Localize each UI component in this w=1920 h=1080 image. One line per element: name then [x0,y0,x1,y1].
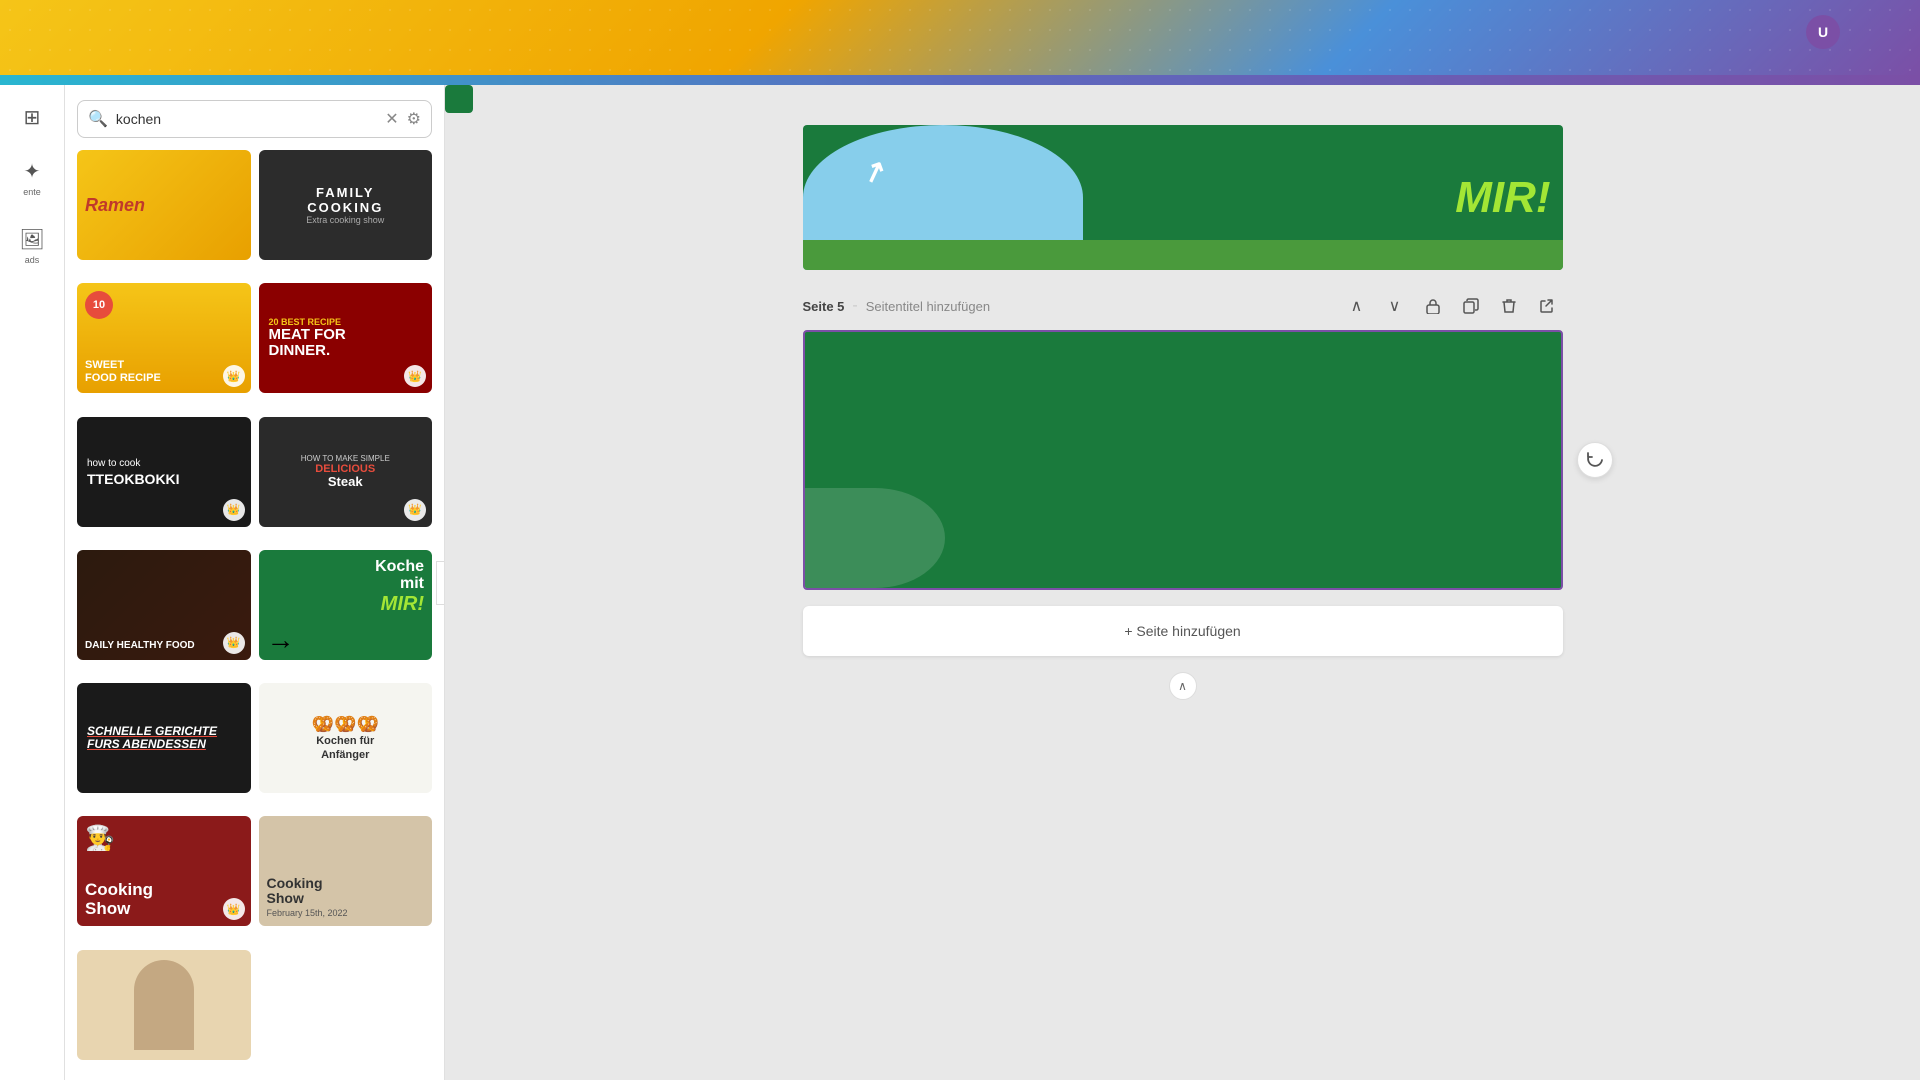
slide-wave-decoration [805,488,945,588]
prev-slide-text-area: MIR! [1107,125,1563,270]
page-delete-button[interactable] [1493,290,1525,322]
refresh-button[interactable] [1577,442,1613,478]
search-icon: 🔍 [88,109,108,129]
sidebar-item-grid[interactable]: ⊞ [20,105,44,129]
search-input[interactable] [116,111,377,127]
clear-search-icon[interactable]: ✕ [385,109,398,129]
green-accent-square [445,85,473,113]
template-card-steak[interactable]: HOW TO MAKE SIMPLE DELICIOUS Steak 👑 [259,417,433,527]
top-bar-pattern [0,0,1920,75]
add-page-button[interactable]: + Seite hinzufügen [803,606,1563,656]
template-card-cooking-show-1[interactable]: 👨‍🍳 CookingShow 👑 [77,816,251,926]
template-card-anfaenger[interactable]: 🥨🥨🥨 Kochen fürAnfänger [259,683,433,793]
sidebar-item-photos[interactable]: 🖼 ads [20,227,44,265]
user-avatar[interactable]: U [1806,15,1840,49]
search-panel: 🔍 ✕ ⚙ Ramen FAMILY COOKING Extra cooking… [65,85,445,1080]
duplicate-icon [1463,298,1479,314]
page-label: Seite 5 [803,299,845,314]
template-card-cooking-show-2[interactable]: CookingShow February 15th, 2022 [259,816,433,926]
elements-icon: ✦ [20,159,44,183]
template-grid: Ramen FAMILY COOKING Extra cooking show … [65,150,444,1075]
template-card-tteokbokki[interactable]: how to cook TTEOKBOKKI 👑 [77,417,251,527]
lock-icon [1426,298,1440,314]
current-slide-wrapper [803,330,1563,590]
sidebar-item-elements[interactable]: ✦ ente [20,159,44,197]
prev-slide-preview[interactable]: MIR! ↗ [803,125,1563,270]
search-bar: 🔍 ✕ ⚙ [77,100,432,138]
page-title-hint[interactable]: Seitentitel hinzufügen [866,299,990,314]
elements-label: ente [23,187,41,197]
template-card-family-cooking[interactable]: FAMILY COOKING Extra cooking show [259,150,433,260]
filter-icon[interactable]: ⚙ [407,109,421,129]
template-card-koche[interactable]: Kochemit MIR! → [259,550,433,660]
prev-slide-mir-text: MIR! [1455,173,1550,223]
current-slide[interactable] [803,330,1563,590]
top-right-area: U [1806,15,1840,49]
photos-label: ads [25,255,40,265]
template-card-sweet-food[interactable]: 10 SWEETFOOD RECIPE 👑 [77,283,251,393]
page-move-up-button[interactable]: ∧ [1341,290,1373,322]
refresh-icon [1586,451,1604,469]
page-move-down-button[interactable]: ∨ [1379,290,1411,322]
grid-icon: ⊞ [20,105,44,129]
template-card-meat[interactable]: 20 BEST RECIPE MEAT FORDINNER. 👑 [259,283,433,393]
page-label-divider: - [852,297,857,315]
photos-icon: 🖼 [20,227,44,251]
page-actions: ∧ ∨ [1341,290,1563,322]
bottom-collapse-button[interactable]: ∧ [1169,672,1197,700]
template-card-schnelle[interactable]: SCHNELLE GERICHTEFURS ABENDESSEN [77,683,251,793]
page-lock-button[interactable] [1417,290,1449,322]
bottom-arrow-container: ∧ [803,672,1563,700]
page-duplicate-button[interactable] [1455,290,1487,322]
top-decorative-bar [0,0,1920,75]
share-icon [1539,298,1555,314]
template-card-daily-healthy[interactable]: DAILY HEALTHY FOOD 👑 [77,550,251,660]
page-label-row: Seite 5 - Seitentitel hinzufügen ∧ ∨ [803,290,1563,322]
page-share-button[interactable] [1531,290,1563,322]
prev-slide-container: MIR! ↗ [803,125,1563,270]
secondary-bar [0,75,1920,85]
template-card-cooking-photo[interactable] [77,950,251,1060]
main-canvas: MIR! ↗ Seite 5 - Seitentitel hinzufügen … [445,85,1920,1080]
sidebar-icons: ⊞ ✦ ente 🖼 ads [0,85,65,1080]
template-card-ramen[interactable]: Ramen [77,150,251,260]
delete-icon [1502,298,1516,314]
collapse-panel-button[interactable]: ‹ [436,561,445,605]
